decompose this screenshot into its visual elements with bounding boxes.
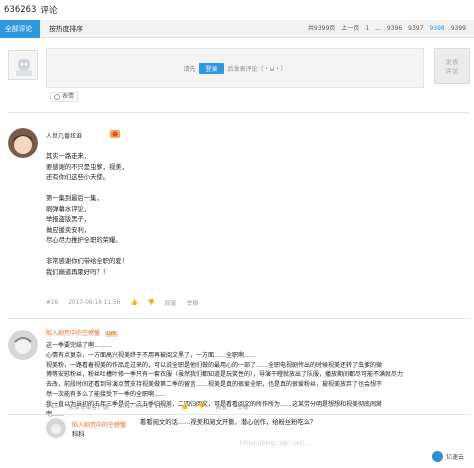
tab-sort-by-hot[interactable]: 按热度排序 (44, 20, 88, 38)
comment-floor: #16 (46, 299, 59, 306)
post-label: 发表 评论 (445, 58, 459, 75)
emoji-button[interactable]: 表情 (50, 92, 79, 102)
yisu-logo-icon (431, 451, 443, 462)
pager-current: 9398 (429, 25, 445, 32)
reply-link[interactable]: 回复 (165, 298, 177, 307)
comment-floor: #15 (46, 403, 59, 410)
report-link[interactable]: 举报 (187, 298, 199, 307)
comment-username[interactable]: 人世几番炫谁 (46, 131, 82, 140)
comment-time: 2017-06-16 11:56 (118, 403, 172, 410)
prompt-post: 后发表评论（・ω・） (227, 65, 287, 73)
username-text[interactable]: 陷入剧荒中的空螃蟹 (46, 330, 100, 337)
pager-page[interactable]: 9399 (451, 20, 466, 38)
client-source: 来自安卓客户端 (68, 405, 109, 411)
comment-body: 看看阅文的话……视美和阅文开撕，潜心创作，给粉丝粉吃么？ (140, 419, 317, 426)
my-avatar (8, 50, 38, 80)
reply-link[interactable]: 回复 (216, 402, 228, 411)
comment-editor: 请先 登录 后发表评论（・ω・） 发表 评论 表情 (8, 44, 470, 108)
level-badge: LV5 (104, 331, 118, 337)
user-avatar[interactable] (8, 128, 38, 158)
comments-header: 636263 评论 (0, 0, 474, 20)
dislike-icon[interactable]: 👎 (198, 404, 205, 410)
pager-total: 共9399页 (308, 25, 336, 32)
tab-all-comments[interactable]: 全部评论 (0, 20, 40, 38)
report-link[interactable]: 举报 (237, 402, 249, 411)
comment-meta: #15 来自安卓客户端 2017-06-16 11:56 👍 👎 回复 举报 (46, 402, 249, 412)
user-avatar[interactable] (8, 330, 38, 360)
comment-tabs: 全部评论 按热度排序 共9399页 上一页 1 ... 9396 9397 93… (0, 20, 474, 38)
divider (8, 414, 470, 415)
post-comment-button[interactable]: 发表 评论 (434, 48, 470, 84)
watermark-text: 亿速云 (445, 454, 464, 461)
prompt-pre: 请先 (183, 65, 196, 73)
divider (8, 112, 470, 113)
comment-body: 其实一路走来， 要感谢的不只是虫爹，视美， 还有你们这些小天使。 第一集到最后一… (46, 153, 128, 276)
user-avatar[interactable] (46, 418, 66, 438)
comment-sub: 科科 (72, 431, 85, 438)
emoji-icon (54, 94, 60, 100)
watermark: 亿速云 (431, 451, 464, 462)
like-icon[interactable]: 👍 (181, 404, 188, 410)
comment-time: 2017-06-16 11:56 (68, 299, 121, 306)
pager-page[interactable]: 9396 (387, 20, 402, 38)
medal-icon (108, 128, 122, 140)
pager-first[interactable]: 1 (365, 20, 369, 38)
comment-count: 636263 (4, 5, 37, 15)
dislike-icon[interactable]: 👎 (148, 300, 155, 306)
emoji-label: 表情 (62, 93, 75, 100)
faint-url: https://blog.csdn.net/... (240, 440, 310, 447)
pagination: 共9399页 上一页 1 ... 9396 9397 9398 9399 (308, 20, 466, 38)
comment-input[interactable]: 请先 登录 后发表评论（・ω・） (46, 48, 424, 88)
divider (8, 318, 470, 319)
pager-page[interactable]: 9397 (408, 20, 423, 38)
comment-username[interactable]: 陷入剧荒中的空螃蟹 (72, 420, 126, 429)
login-button[interactable]: 登录 (199, 62, 224, 74)
comment-meta: #16 2017-06-16 11:56 👍 👎 回复 举报 (46, 298, 199, 308)
pager-prev[interactable]: 上一页 (341, 20, 359, 38)
like-icon[interactable]: 👍 (130, 300, 137, 306)
comments-title: 评论 (40, 6, 58, 16)
pager-ellipsis: ... (375, 25, 381, 32)
comment-username[interactable]: 陷入剧荒中的空螃蟹 LV5 (46, 328, 118, 337)
